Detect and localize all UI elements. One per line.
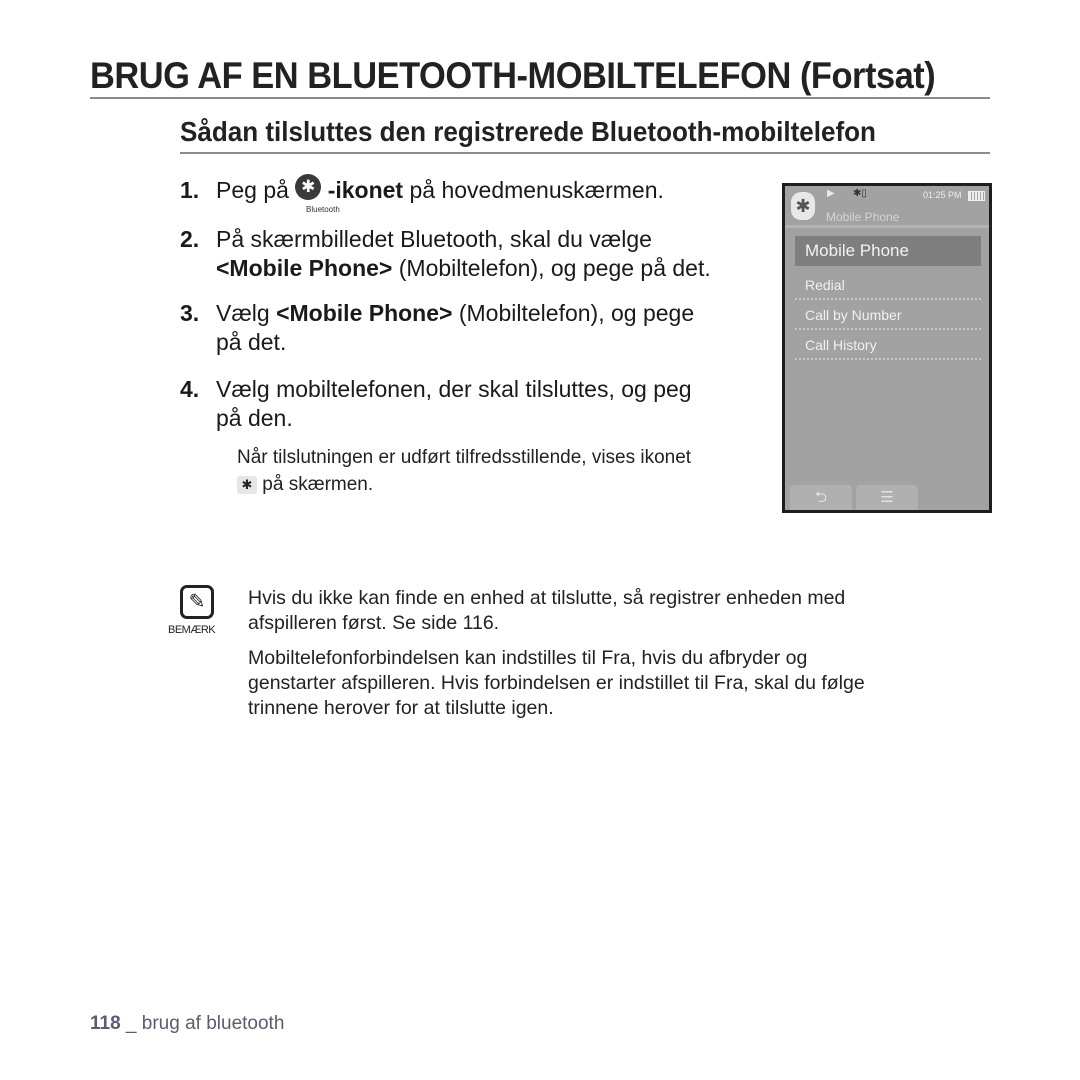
result-note-text: på skærmen. [262, 474, 374, 495]
section-divider [180, 152, 990, 154]
step-text: Vælg mobiltelefonen, der skal tilsluttes… [216, 376, 692, 402]
note-paragraph-2: Mobiltelefonforbindelsen kan indstilles … [248, 646, 968, 721]
step-bold-text: <Mobile Phone> [276, 300, 453, 326]
note-paragraph-1: Hvis du ikke kan finde en enhed at tilsl… [248, 586, 968, 636]
screen-subtitle: Mobile Phone [826, 210, 900, 224]
note-label: BEMÆRK [168, 624, 216, 636]
step-text: Vælg [216, 300, 277, 326]
title-divider [90, 97, 990, 99]
step-text: Peg på [216, 177, 289, 203]
menu-icon: ☰ [880, 489, 894, 506]
result-note: Når tilslutningen er udført tilfredsstil… [237, 444, 777, 498]
clock: 01:25 PM [923, 190, 962, 200]
step-text: på den. [216, 405, 293, 431]
play-icon: ▶ [827, 188, 835, 199]
step-number: 3. [180, 300, 200, 326]
step-number: 1. [180, 177, 200, 203]
menu-item-call-by-number[interactable]: Call by Number [795, 300, 981, 330]
menu-item-call-history[interactable]: Call History [795, 330, 981, 360]
note-line: Mobiltelefonforbindelsen kan indstilles … [248, 647, 808, 669]
step-bold-text: <Mobile Phone> [216, 255, 393, 281]
bluetooth-icon: ✱ [791, 192, 815, 220]
step-4: 4. Vælg mobiltelefonen, der skal tilslutt… [180, 375, 770, 433]
step-text: (Mobiltelefon), og pege [452, 300, 695, 326]
note-line: afspilleren først. Se side 116. [248, 612, 500, 634]
step-text: På skærmbilledet Bluetooth, skal du vælg… [216, 226, 652, 252]
step-text: på hovedmenuskærmen. [403, 177, 664, 203]
step-text: (Mobiltelefon), og pege på det. [392, 255, 711, 281]
back-button[interactable]: ⮌ [790, 485, 852, 510]
bluetooth-icon: ✱ [295, 174, 322, 200]
page-title: BRUG AF EN BLUETOOTH-MOBILTELEFON (Forts… [90, 55, 936, 96]
note-line: Hvis du ikke kan finde en enhed at tilsl… [248, 587, 846, 609]
section-title: Sådan tilsluttes den registrerede Blueto… [180, 116, 876, 147]
menu-button[interactable]: ☰ [856, 485, 918, 510]
bluetooth-status-icon: ✱▯ [853, 188, 867, 199]
step-bold-text: -ikonet [327, 177, 404, 203]
menu-item-mobile-phone[interactable]: Mobile Phone [795, 236, 981, 266]
step-number: 4. [180, 376, 200, 402]
page-footer: 118 _ brug af bluetooth [90, 1013, 284, 1035]
step-3: 3. Vælg <Mobile Phone> (Mobiltelefon), og… [180, 299, 770, 357]
battery-icon [968, 191, 985, 201]
back-icon: ⮌ [814, 489, 827, 506]
header-divider [785, 225, 989, 228]
footer-separator: _ [120, 1013, 142, 1034]
step-text: på det. [216, 329, 287, 355]
device-screen: ✱ ▶ ✱▯ 01:25 PM Mobile Phone Mobile Phon… [782, 183, 992, 513]
footer-section: brug af bluetooth [141, 1013, 285, 1034]
note-line: genstarter afspilleren. Hvis forbindelse… [248, 672, 865, 694]
note-pencil-icon: ✎ [180, 585, 214, 619]
menu-item-redial[interactable]: Redial [795, 270, 981, 300]
step-number: 2. [180, 226, 200, 252]
step-1: 1. Peg på ✱ -ikonet på hovedmenuskærmen. [180, 174, 770, 205]
note-line: trinnene herover for at tilslutte igen. [248, 697, 554, 719]
step-2: 2. På skærmbilledet Bluetooth, skal du væ… [180, 225, 770, 283]
bluetooth-connected-icon: ✱ [237, 475, 257, 494]
result-note-text: Når tilslutningen er udført tilfredsstil… [237, 447, 692, 468]
page-number: 118 [90, 1013, 121, 1034]
bluetooth-icon-caption: Bluetooth [306, 205, 340, 214]
